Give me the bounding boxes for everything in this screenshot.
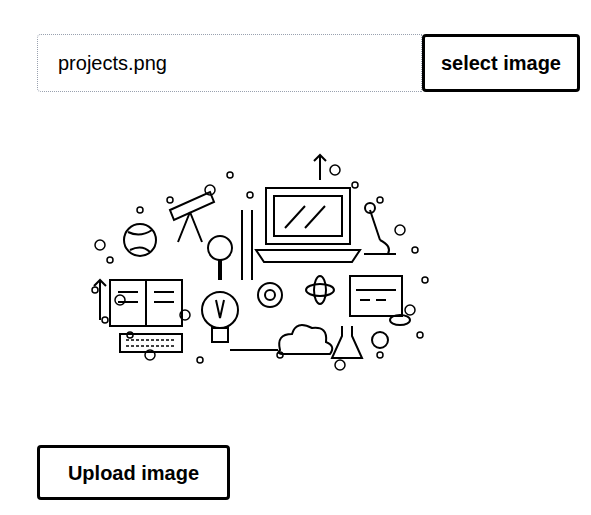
file-name-input[interactable]: projects.png <box>37 34 422 92</box>
upload-image-button[interactable]: Upload image <box>37 445 230 500</box>
select-image-button[interactable]: select image <box>422 34 580 92</box>
preview-image <box>80 150 440 375</box>
upload-page: projects.pngselect image Upload image <box>0 0 591 515</box>
image-preview <box>80 150 440 375</box>
file-field: projects.pngselect image <box>37 34 580 92</box>
